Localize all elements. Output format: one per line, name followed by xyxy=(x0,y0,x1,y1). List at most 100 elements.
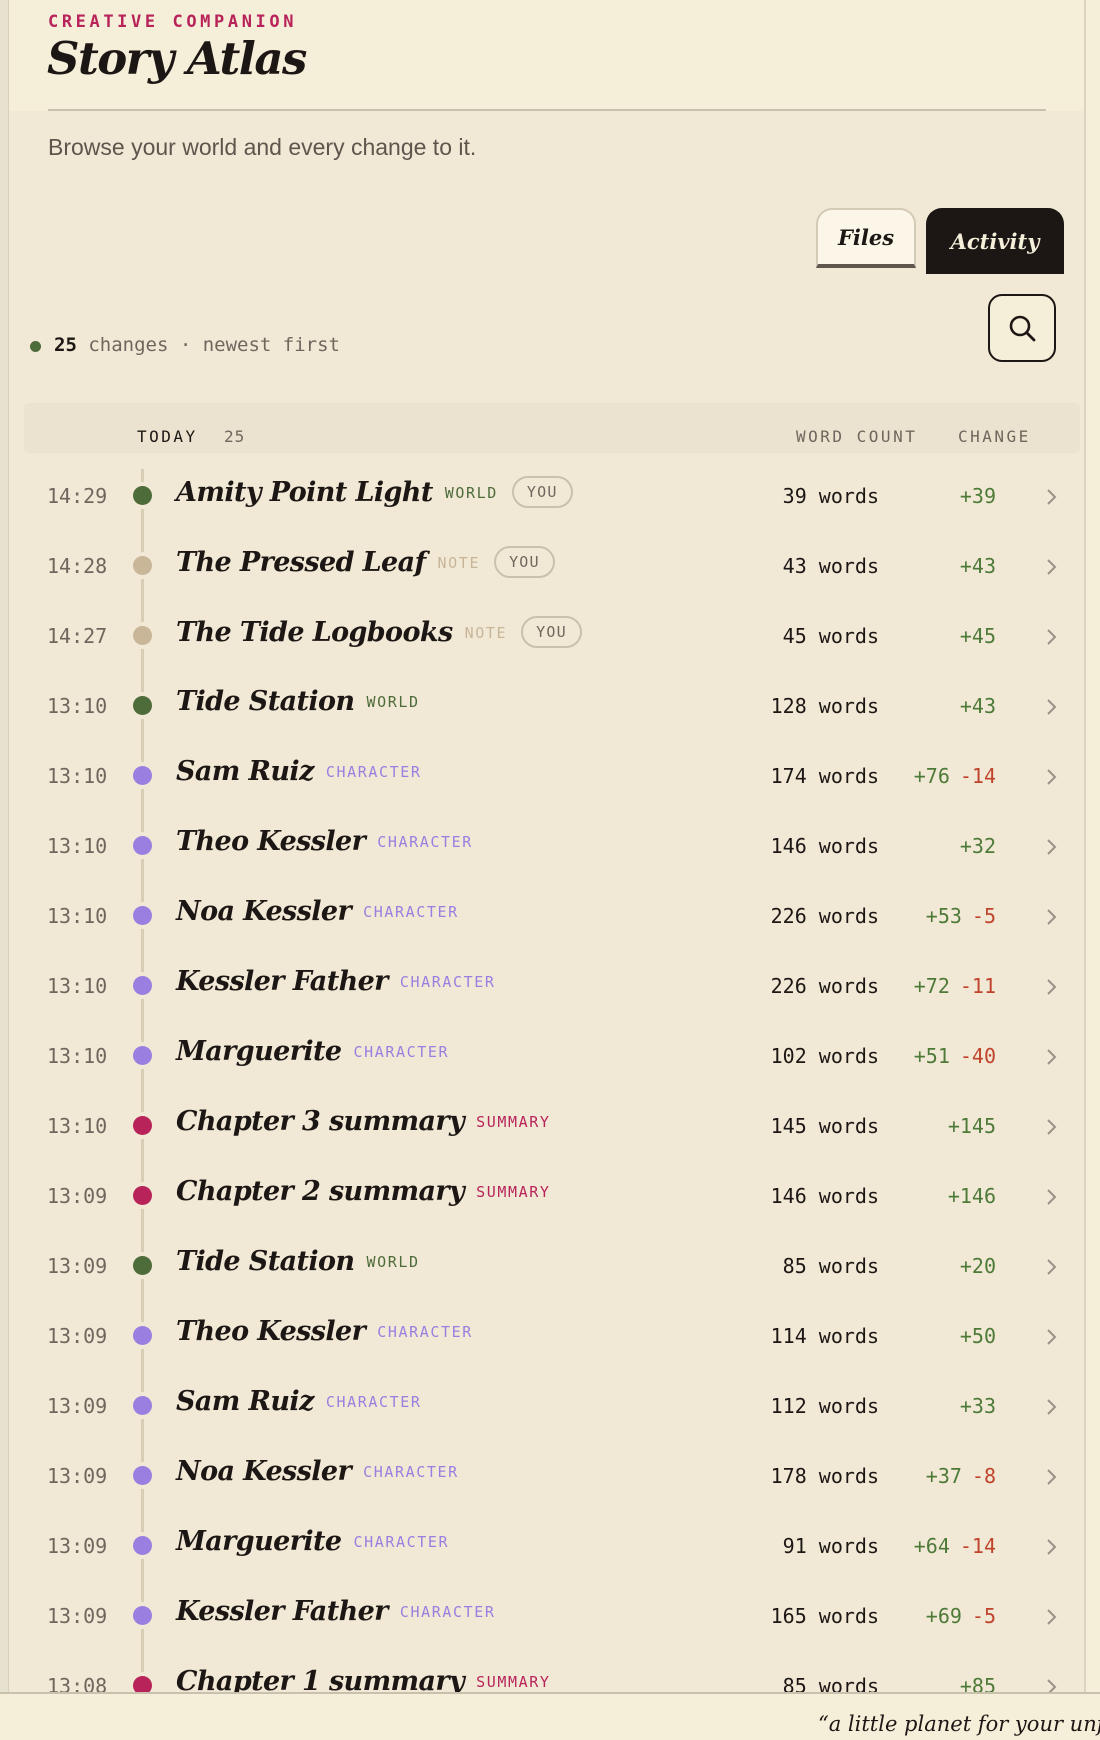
row-item: Chapter 2 summary SUMMARY xyxy=(176,1176,551,1207)
activity-row[interactable]: 13:10 Theo Kessler CHARACTER 146 words +32 xyxy=(9,812,1084,882)
row-removed: -40 xyxy=(959,1044,996,1068)
row-removed: -8 xyxy=(971,1464,996,1488)
row-change: +43 xyxy=(960,554,996,578)
timeline-dot-icon xyxy=(133,1676,152,1692)
row-change: +85 xyxy=(960,1674,996,1692)
row-item: The Pressed Leaf NOTE YOU xyxy=(176,546,555,578)
activity-row[interactable]: 13:09 Chapter 2 summary SUMMARY 146 words +1… xyxy=(9,1162,1084,1232)
group-label: TODAY xyxy=(137,427,198,446)
row-added: +85 xyxy=(959,1674,996,1692)
row-item: Theo Kessler CHARACTER xyxy=(176,826,473,857)
row-removed: -5 xyxy=(971,904,996,928)
summary-text: 25 changes · newest first xyxy=(54,334,340,356)
row-change: +146 xyxy=(948,1184,996,1208)
activity-row[interactable]: 14:28 The Pressed Leaf NOTE YOU 43 words +43 xyxy=(9,532,1084,602)
row-name: Marguerite xyxy=(176,1526,342,1557)
activity-row[interactable]: 13:09 Marguerite CHARACTER 91 words +64 -14 xyxy=(9,1512,1084,1582)
tab-files[interactable]: Files xyxy=(816,208,916,268)
row-change: +76 -14 xyxy=(914,764,996,788)
chevron-right-icon xyxy=(1047,1399,1057,1415)
row-type: NOTE xyxy=(464,624,508,642)
row-name: Theo Kessler xyxy=(176,826,366,857)
row-item: The Tide Logbooks NOTE YOU xyxy=(176,616,582,648)
row-added: +37 xyxy=(925,1464,962,1488)
chevron-right-icon xyxy=(1047,1259,1057,1275)
activity-row[interactable]: 13:08 Chapter 1 summary SUMMARY 85 words +85 xyxy=(9,1652,1084,1692)
row-type: WORLD xyxy=(366,693,420,711)
activity-row[interactable]: 13:10 Sam Ruiz CHARACTER 174 words +76 -14 xyxy=(9,742,1084,812)
eyebrow-label: CREATIVE COMPANION xyxy=(48,12,298,32)
search-button[interactable] xyxy=(988,294,1056,362)
activity-row[interactable]: 13:10 Kessler Father CHARACTER 226 words +72… xyxy=(9,952,1084,1022)
row-added: +53 xyxy=(925,904,962,928)
list-header: TODAY 25 WORD COUNT CHANGE xyxy=(24,403,1080,453)
timeline-dot-icon xyxy=(133,1186,152,1205)
row-type: CHARACTER xyxy=(353,1043,450,1061)
activity-row[interactable]: 13:09 Noa Kessler CHARACTER 178 words +37 -8 xyxy=(9,1442,1084,1512)
activity-row[interactable]: 13:10 Tide Station WORLD 128 words +43 xyxy=(9,672,1084,742)
footer-quote: “a little planet for your unfinis xyxy=(818,1712,1100,1736)
row-type: NOTE xyxy=(437,554,481,572)
row-time: 13:09 xyxy=(47,1324,108,1348)
row-word-count: 146 words xyxy=(770,1184,879,1208)
tab-activity[interactable]: Activity xyxy=(926,208,1064,274)
row-type: WORLD xyxy=(444,484,498,502)
row-item: Chapter 1 summary SUMMARY xyxy=(176,1666,551,1692)
row-type: WORLD xyxy=(366,1253,420,1271)
row-name: Kessler Father xyxy=(176,966,388,997)
timeline-dot-icon xyxy=(133,1606,152,1625)
row-type: CHARACTER xyxy=(325,1393,422,1411)
row-type: CHARACTER xyxy=(325,763,422,781)
activity-row[interactable]: 13:09 Tide Station WORLD 85 words +20 xyxy=(9,1232,1084,1302)
activity-row[interactable]: 13:09 Sam Ruiz CHARACTER 112 words +33 xyxy=(9,1372,1084,1442)
timeline-dot-icon xyxy=(133,836,152,855)
activity-row[interactable]: 14:27 The Tide Logbooks NOTE YOU 45 words +45 xyxy=(9,602,1084,672)
row-word-count: 128 words xyxy=(770,694,879,718)
activity-row[interactable]: 13:10 Noa Kessler CHARACTER 226 words +53 -5 xyxy=(9,882,1084,952)
row-type: CHARACTER xyxy=(399,973,496,991)
row-item: Sam Ruiz CHARACTER xyxy=(176,1386,422,1417)
activity-row[interactable]: 13:09 Kessler Father CHARACTER 165 words +69… xyxy=(9,1582,1084,1652)
row-added: +43 xyxy=(959,554,996,578)
window-edge xyxy=(0,0,9,1692)
activity-row[interactable]: 14:29 Amity Point Light WORLD YOU 39 words +3… xyxy=(9,462,1084,532)
row-type: SUMMARY xyxy=(476,1183,551,1201)
row-time: 13:10 xyxy=(47,694,108,718)
row-change: +69 -5 xyxy=(926,1604,996,1628)
row-added: +72 xyxy=(913,974,950,998)
row-added: +39 xyxy=(959,484,996,508)
row-time: 13:10 xyxy=(47,974,108,998)
row-added: +50 xyxy=(959,1324,996,1348)
row-word-count: 226 words xyxy=(770,974,879,998)
row-type: CHARACTER xyxy=(353,1533,450,1551)
row-time: 13:09 xyxy=(47,1394,108,1418)
row-type: SUMMARY xyxy=(476,1673,551,1691)
row-removed: -5 xyxy=(971,1604,996,1628)
row-change: +64 -14 xyxy=(914,1534,996,1558)
row-time: 13:10 xyxy=(47,834,108,858)
row-time: 14:27 xyxy=(47,624,108,648)
activity-row[interactable]: 13:09 Theo Kessler CHARACTER 114 words +50 xyxy=(9,1302,1084,1372)
row-added: +76 xyxy=(913,764,950,788)
row-name: Tide Station xyxy=(176,686,355,717)
activity-row[interactable]: 13:10 Marguerite CHARACTER 102 words +51 -40 xyxy=(9,1022,1084,1092)
row-time: 13:10 xyxy=(47,904,108,928)
timeline-dot-icon xyxy=(133,1326,152,1345)
chevron-right-icon xyxy=(1047,769,1057,785)
timeline-dot-icon xyxy=(133,486,152,505)
timeline-dot-icon xyxy=(133,696,152,715)
row-type: SUMMARY xyxy=(476,1113,551,1131)
activity-row[interactable]: 13:10 Chapter 3 summary SUMMARY 145 words +1… xyxy=(9,1092,1084,1162)
timeline-dot-icon xyxy=(133,626,152,645)
row-time: 13:09 xyxy=(47,1464,108,1488)
row-added: +69 xyxy=(925,1604,962,1628)
row-name: The Pressed Leaf xyxy=(176,547,426,578)
row-word-count: 91 words xyxy=(782,1534,879,1558)
timeline-dot-icon xyxy=(133,1466,152,1485)
row-added: +146 xyxy=(947,1184,996,1208)
row-change: +20 xyxy=(960,1254,996,1278)
row-item: Tide Station WORLD xyxy=(176,686,420,717)
changes-count: 25 xyxy=(54,334,77,356)
chevron-right-icon xyxy=(1047,1469,1057,1485)
chevron-right-icon xyxy=(1047,909,1057,925)
